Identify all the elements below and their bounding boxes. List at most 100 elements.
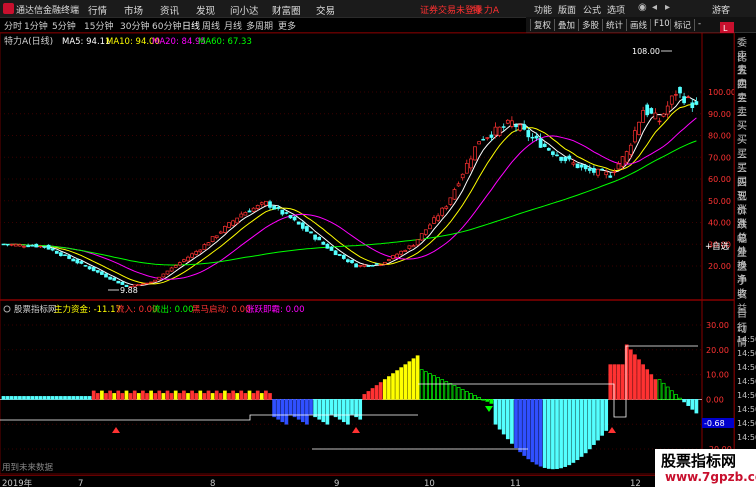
ma5-line bbox=[3, 96, 697, 286]
indicator-bar bbox=[592, 399, 596, 445]
indicator-bar bbox=[653, 379, 658, 400]
candle-body bbox=[419, 233, 424, 241]
indicator-bar bbox=[489, 399, 494, 404]
settings-icon[interactable] bbox=[3, 305, 11, 313]
indicator-bar bbox=[374, 385, 379, 400]
indicator-bar bbox=[325, 399, 330, 425]
candle-body bbox=[296, 221, 301, 225]
candle-body bbox=[153, 279, 158, 283]
indicator-bar bbox=[202, 393, 207, 400]
candle-body bbox=[22, 246, 26, 248]
candle-body bbox=[469, 158, 473, 169]
side-l-text: L bbox=[723, 24, 728, 33]
candle-body bbox=[325, 243, 330, 249]
candle-body bbox=[563, 156, 568, 162]
candle-body bbox=[473, 146, 477, 161]
signal-arrow-icon bbox=[352, 427, 360, 433]
candle-body bbox=[18, 244, 22, 247]
candle-body bbox=[649, 108, 654, 114]
time-label: 14:50 bbox=[737, 433, 756, 442]
candle-body bbox=[268, 201, 272, 208]
indicator-bar bbox=[587, 399, 592, 450]
indicator-bar bbox=[218, 393, 223, 400]
indicator-legend-name: 股票指标网 bbox=[14, 304, 57, 315]
indicator-bar bbox=[674, 394, 678, 400]
candle-body bbox=[5, 243, 10, 246]
indicator-bar bbox=[354, 399, 358, 418]
indicator-bar bbox=[198, 390, 203, 400]
indicator-bar bbox=[510, 399, 514, 444]
indicator-bar bbox=[296, 399, 301, 420]
candle-body bbox=[653, 112, 658, 120]
indicator-bar bbox=[13, 396, 18, 400]
indicator-bar bbox=[538, 399, 543, 467]
indicator-bar bbox=[518, 399, 522, 453]
indicator-bar bbox=[46, 396, 51, 400]
candle-body bbox=[231, 220, 235, 226]
candle-body bbox=[514, 124, 518, 128]
indicator-bar bbox=[54, 396, 59, 400]
candle-body bbox=[633, 130, 637, 143]
indicator-bar bbox=[382, 379, 387, 400]
indicator-bar bbox=[157, 390, 162, 400]
candle-body bbox=[227, 222, 231, 228]
indicator-bar bbox=[79, 396, 84, 400]
candle-body bbox=[30, 245, 35, 247]
kline-chart[interactable]: 100.0090.0080.0070.0060.0050.0040.0030.0… bbox=[0, 0, 756, 487]
indicator-bar bbox=[30, 396, 35, 400]
ma60-line bbox=[3, 140, 697, 266]
order-book-labels: 委比 卖五 卖四 卖三 卖二 卖一 买一 买二 买三 买四 买五 现价 涨跌 涨… bbox=[734, 33, 756, 473]
indicator-bar bbox=[387, 376, 391, 400]
candle-body bbox=[202, 244, 207, 251]
price-tick-label: 80.00 bbox=[708, 132, 731, 141]
indicator-bar bbox=[526, 399, 531, 460]
candle-body bbox=[95, 270, 100, 273]
indicator-bar bbox=[173, 390, 178, 400]
time-label: 14:50 bbox=[737, 405, 756, 414]
indicator-bar bbox=[641, 364, 645, 400]
candle-body bbox=[292, 216, 297, 221]
candle-body bbox=[428, 224, 432, 230]
indicator-bar bbox=[190, 390, 194, 400]
candle-body bbox=[46, 244, 51, 250]
candle-body bbox=[620, 156, 625, 167]
candle-body bbox=[555, 154, 559, 157]
candle-body bbox=[370, 265, 375, 267]
indicator-bar bbox=[321, 399, 326, 423]
candle-body bbox=[452, 189, 457, 200]
candle-body bbox=[284, 212, 289, 214]
indicator-bar bbox=[694, 399, 699, 414]
indicator-bar bbox=[214, 390, 219, 400]
indicator-bar bbox=[341, 399, 346, 423]
add-favorite-button[interactable]: +自选 bbox=[705, 241, 730, 252]
signal-arrow-icon bbox=[112, 427, 120, 433]
date-axis: 2019年 7 8 9 10 11 12 bbox=[0, 475, 735, 487]
candle-body bbox=[300, 222, 305, 229]
indicator-bar bbox=[559, 399, 563, 469]
indicator-bar bbox=[395, 370, 399, 400]
candle-body bbox=[1, 243, 6, 246]
indicator-bar bbox=[141, 390, 145, 400]
candle-body bbox=[104, 273, 108, 278]
indicator-bar bbox=[42, 396, 47, 400]
candle-body bbox=[628, 144, 633, 155]
candle-body bbox=[616, 163, 621, 170]
indicator-bar bbox=[75, 396, 80, 400]
candle-body bbox=[444, 206, 449, 209]
indicator-bar bbox=[456, 387, 461, 400]
candle-body bbox=[251, 207, 256, 212]
indicator-bar bbox=[669, 390, 674, 400]
candle-body bbox=[448, 197, 453, 205]
indicator-bar bbox=[59, 396, 63, 400]
x-tick-label: 9 bbox=[334, 479, 339, 487]
candle-body bbox=[169, 267, 174, 272]
candle-body bbox=[313, 234, 317, 240]
candle-body bbox=[198, 249, 203, 253]
indicator-bar bbox=[428, 373, 432, 400]
candle-body bbox=[243, 212, 248, 216]
candle-body bbox=[493, 126, 498, 136]
candle-body bbox=[411, 245, 416, 248]
indicator-bar bbox=[628, 349, 633, 400]
candle-body bbox=[247, 210, 252, 213]
indicator-bar bbox=[362, 394, 367, 400]
